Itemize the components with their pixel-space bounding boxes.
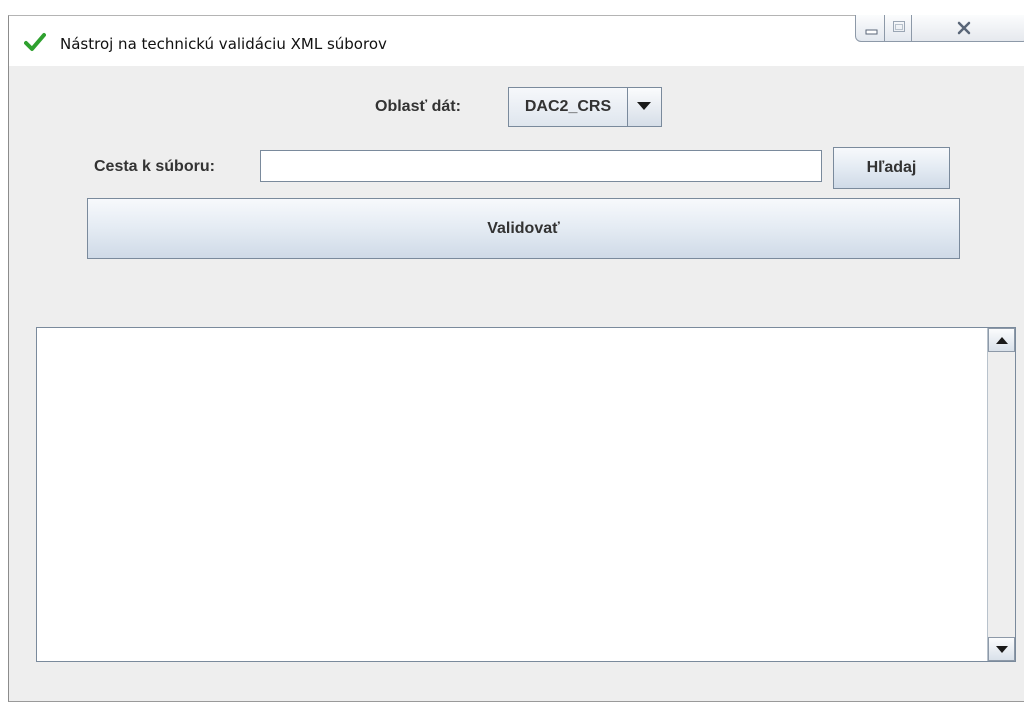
scroll-down-button[interactable]: [988, 637, 1015, 661]
path-label: Cesta k súboru:: [94, 158, 215, 175]
arrow-up-icon: [996, 337, 1008, 344]
validate-button[interactable]: Validovať: [87, 198, 960, 259]
area-label: Oblasť dát:: [375, 98, 461, 115]
vertical-scrollbar[interactable]: [987, 328, 1015, 661]
search-button[interactable]: Hľadaj: [833, 147, 950, 189]
path-input[interactable]: [260, 150, 822, 182]
output-textarea[interactable]: [36, 327, 1016, 662]
area-select[interactable]: DAC2_CRS: [508, 87, 662, 127]
area-select-value: DAC2_CRS: [509, 88, 628, 126]
chevron-down-icon: [637, 102, 651, 110]
app-window: Nástroj na technickú validáciu XML súbor…: [8, 15, 1024, 702]
area-select-arrow[interactable]: [628, 88, 661, 126]
scroll-up-button[interactable]: [988, 328, 1015, 352]
arrow-down-icon: [996, 646, 1008, 653]
